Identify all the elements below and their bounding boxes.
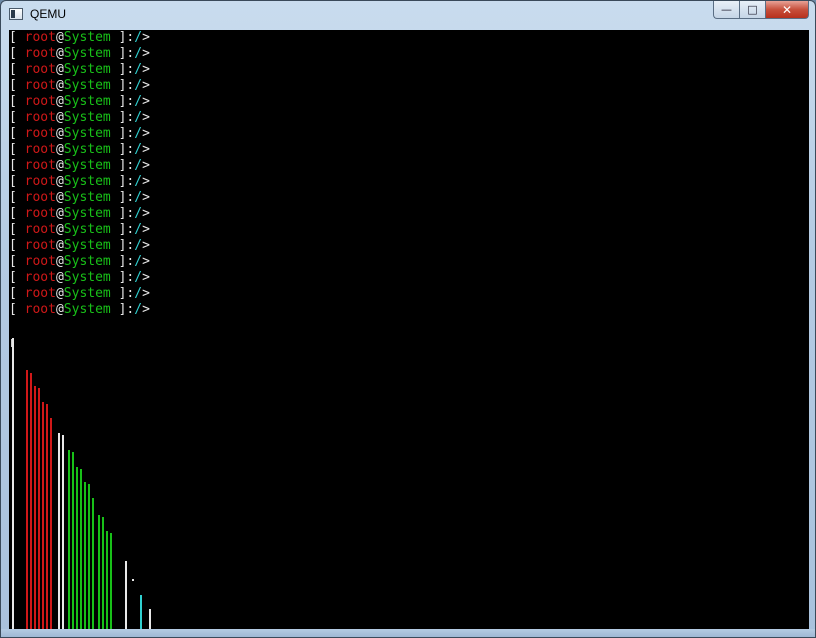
vertical-streak (42, 402, 44, 631)
vertical-streak (76, 467, 78, 631)
vertical-streak (92, 498, 94, 631)
vertical-streak (46, 404, 48, 631)
vertical-streak (50, 418, 52, 631)
qemu-window: QEMU — □ ✕ [ root@System ]:/>[ root@Syst… (0, 0, 816, 638)
terminal-screen[interactable]: [ root@System ]:/>[ root@System ]:/>[ ro… (9, 30, 809, 631)
vertical-streak (106, 531, 108, 631)
vertical-streak (84, 482, 86, 631)
vertical-streak (62, 435, 64, 631)
maximize-button[interactable]: □ (739, 1, 765, 19)
title-bar[interactable]: QEMU — □ ✕ (1, 1, 815, 30)
vertical-streak (30, 373, 32, 631)
pixel-artifact (132, 579, 134, 581)
minimize-button[interactable]: — (713, 1, 739, 19)
vertical-streak (98, 515, 100, 631)
terminal-graphics-artifacts (12, 338, 151, 631)
window-controls: — □ ✕ (713, 1, 809, 21)
maximize-icon: □ (747, 3, 758, 16)
vertical-streak (12, 338, 14, 631)
vertical-streak (102, 517, 104, 631)
close-button[interactable]: ✕ (765, 1, 809, 19)
vertical-streak (80, 469, 82, 631)
close-icon: ✕ (781, 2, 793, 17)
vertical-streak (110, 533, 112, 631)
minimize-icon: — (721, 3, 732, 16)
vertical-streak (88, 484, 90, 631)
vertical-streak (125, 561, 127, 631)
vertical-streak (26, 370, 28, 631)
window-title: QEMU (30, 7, 66, 21)
vertical-streak (140, 595, 142, 631)
window-bottom-border (1, 629, 815, 637)
vertical-streak (38, 388, 40, 631)
vertical-streak (149, 609, 151, 631)
qemu-app-icon[interactable] (9, 8, 23, 20)
vertical-streak (58, 433, 60, 631)
vertical-streak (34, 386, 36, 631)
vertical-streak (68, 450, 70, 631)
vertical-streak (72, 452, 74, 631)
